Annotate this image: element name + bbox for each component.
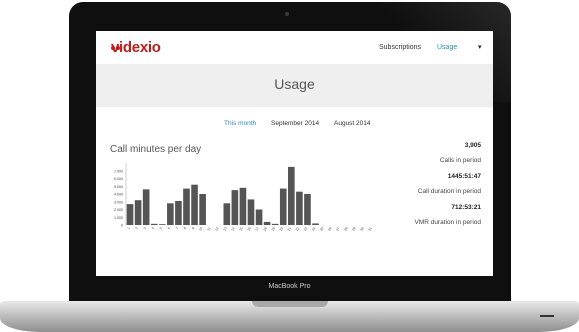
tab-september-2014[interactable]: September 2014 [271,120,319,127]
app-screen: videxio Subscriptions Usage ▾ Usage This… [96,31,493,276]
x-tick-label: 28 [343,226,348,231]
x-tick-label: 18 [263,226,268,231]
chart-bar [183,188,190,225]
chart-title: Call minutes per day [110,144,202,155]
call-duration-label: Call duration in period [417,188,481,195]
chart-bar [142,189,150,225]
page-header: Usage [96,64,493,107]
x-tick-label: 23 [303,226,308,231]
y-tick-label: 2.000 [114,208,123,212]
call-minutes-chart: 01.0002.0003.0004.0005.0006.0007.0001 2 3 4… [114,163,373,232]
x-tick-label: 6 [167,226,171,230]
x-tick-label: 11 [206,226,211,231]
chart-bar [263,221,271,225]
chart-bar [312,223,319,225]
chart-bar [279,188,287,225]
calls-count-label: Calls in period [439,157,481,164]
x-tick-label: 15 [238,226,243,231]
nav-subscriptions[interactable]: Subscriptions [379,44,421,51]
chart-bar [175,200,182,225]
x-tick-label: 22 [295,226,300,231]
chart-bar [288,166,295,226]
x-tick-label: 1 [126,226,130,230]
x-tick-label: 14 [230,226,235,231]
y-tick-label: 6.000 [114,177,123,181]
laptop-base-mark [540,315,554,317]
x-tick-label: 24 [311,226,316,231]
x-tick-label: 9 [191,226,195,230]
chart-bar [158,224,166,225]
chart-bar [247,199,255,225]
y-tick-label: 4.000 [114,193,123,197]
call-duration-value: 1445:51:47 [447,173,481,180]
x-tick-label: 3 [143,226,147,230]
chart-bar [296,191,303,225]
tab-august-2014[interactable]: August 2014 [334,120,371,127]
x-tick-label: 5 [159,226,163,230]
tab-this-month[interactable]: This month [224,120,256,127]
x-tick-label: 8 [183,226,187,230]
chart-bar [126,204,134,225]
chart-bar [231,190,239,226]
top-navbar: videxio Subscriptions Usage ▾ [96,31,493,64]
chart-bar [191,184,198,225]
y-tick-label: 0 [121,224,123,228]
x-tick-label: 4 [151,226,155,230]
x-tick-label: 2 [135,226,139,230]
x-tick-label: 21 [287,226,292,231]
vmr-duration-value: 712:53:21 [451,204,481,211]
chart-bar [255,209,263,225]
x-tick-label: 20 [279,226,284,231]
chart-bar [223,203,231,225]
chart-bar [304,194,311,225]
y-tick-label: 5.000 [114,185,123,189]
videxio-logo[interactable]: videxio [111,39,161,56]
device-label: MacBook Pro [268,283,311,290]
x-tick-label: 19 [271,226,276,231]
x-tick-label: 12 [214,226,219,231]
chart-bar [199,194,206,225]
x-tick-label: 27 [335,226,340,231]
x-tick-label: 17 [255,226,260,231]
x-tick-label: 30 [359,226,364,231]
vmr-duration-label: VMR duration in period [414,219,481,226]
x-tick-label: 25 [319,226,324,231]
y-tick-label: 3.000 [114,200,123,204]
camera [285,12,289,16]
x-tick-label: 26 [327,226,332,231]
x-tick-label: 29 [351,226,356,231]
laptop-notch [252,301,328,307]
x-tick-label: 16 [247,226,252,231]
y-tick-label: 1.000 [114,216,123,220]
chart-bar [150,223,158,225]
calls-count-value: 3,905 [464,142,481,149]
x-tick-label: 31 [367,226,372,231]
page-title: Usage [274,76,315,92]
nav-usage[interactable]: Usage [437,44,457,51]
y-tick-label: 7.000 [114,169,123,173]
chart-bar [271,223,279,225]
x-tick-label: 7 [175,226,179,230]
chart-bar [134,200,142,225]
x-tick-label: 10 [198,226,203,231]
chart-bar [167,203,174,225]
x-tick-label: 13 [222,226,227,231]
chevron-down-icon[interactable]: ▾ [478,43,482,51]
chart-bar [239,187,247,225]
